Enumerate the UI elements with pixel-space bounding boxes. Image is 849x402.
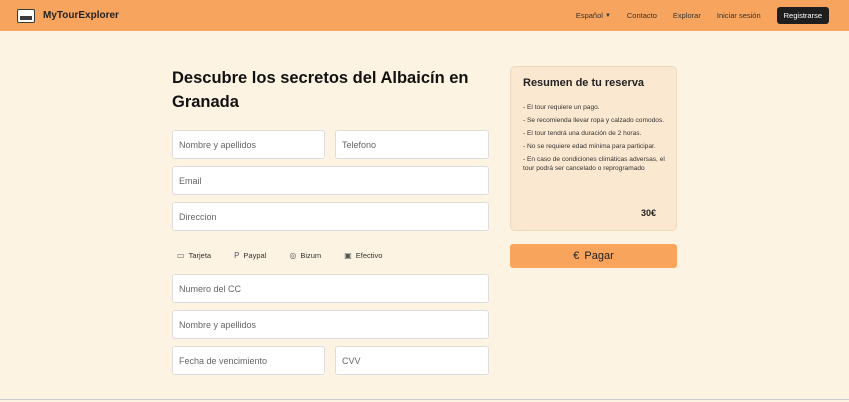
summary-item: - Se recomienda llevar ropa y calzado co… <box>523 117 665 124</box>
card-name-input[interactable]: Nombre y apellidos <box>172 310 489 339</box>
summary-item: - En caso de condiciones climáticas adve… <box>523 156 665 172</box>
summary-list: - El tour requiere un pago. - Se recomie… <box>523 103 673 177</box>
card-icon: ▭ <box>177 251 185 260</box>
register-button[interactable]: Registrarse <box>776 7 829 24</box>
payment-methods: ▭ Tarjeta P Paypal ◎ Bizum ▣ Efectivo <box>172 248 400 263</box>
phone-input[interactable]: Telefono <box>335 130 489 159</box>
language-selector[interactable]: Español ▼ <box>576 11 611 20</box>
payment-option-bizum[interactable]: ◎ Bizum <box>284 248 326 263</box>
top-navbar: MyTourExplorer Español ▼ Contacto Explor… <box>0 0 849 31</box>
euro-icon: € <box>573 250 580 262</box>
chevron-down-icon: ▼ <box>604 12 611 19</box>
logo-icon <box>17 8 35 23</box>
nav-link-explorar[interactable]: Explorar <box>673 11 701 20</box>
language-label: Español <box>575 11 603 20</box>
brand[interactable]: MyTourExplorer <box>17 8 119 23</box>
card-number-input[interactable]: Numero del CC <box>172 274 489 303</box>
address-input[interactable]: Direccion <box>172 202 489 231</box>
summary-item: - El tour tendrá una duración de 2 horas… <box>523 130 642 137</box>
summary-item: - No se requiere edad mínima para partic… <box>523 143 656 150</box>
pay-button-label: Pagar <box>584 250 614 262</box>
cvv-input[interactable]: CVV <box>335 346 489 375</box>
name-input[interactable]: Nombre y apellidos <box>172 130 325 159</box>
payment-option-label: Efectivo <box>355 251 383 260</box>
summary-title: Resumen de tu reserva <box>523 77 645 89</box>
summary-item: - El tour requiere un pago. <box>523 104 600 111</box>
payment-option-label: Paypal <box>243 251 267 260</box>
cash-icon: ▣ <box>344 251 352 260</box>
payment-option-label: Tarjeta <box>188 251 212 260</box>
pay-button[interactable]: € Pagar <box>510 244 677 268</box>
email-input[interactable]: Email <box>172 166 489 195</box>
payment-option-efectivo[interactable]: ▣ Efectivo <box>339 248 387 263</box>
bottom-divider <box>0 399 849 400</box>
paypal-icon: P <box>234 251 240 260</box>
nav-link-contacto[interactable]: Contacto <box>627 11 657 20</box>
payment-option-paypal[interactable]: P Paypal <box>229 248 271 263</box>
payment-option-label: Bizum <box>300 251 322 260</box>
booking-summary-card: Resumen de tu reserva - El tour requiere… <box>510 66 677 231</box>
expiry-input[interactable]: Fecha de vencimiento <box>172 346 325 375</box>
brand-name: MyTourExplorer <box>43 10 119 21</box>
page-title: Descubre los secretos del Albaicín en Gr… <box>172 69 469 111</box>
total-price: 30€ <box>640 208 656 218</box>
nav-link-login[interactable]: Iniciar sesión <box>717 11 761 20</box>
payment-option-tarjeta[interactable]: ▭ Tarjeta <box>172 248 216 263</box>
nav-links: Español ▼ Contacto Explorar Iniciar sesi… <box>560 0 829 31</box>
bizum-icon: ◎ <box>289 251 297 260</box>
